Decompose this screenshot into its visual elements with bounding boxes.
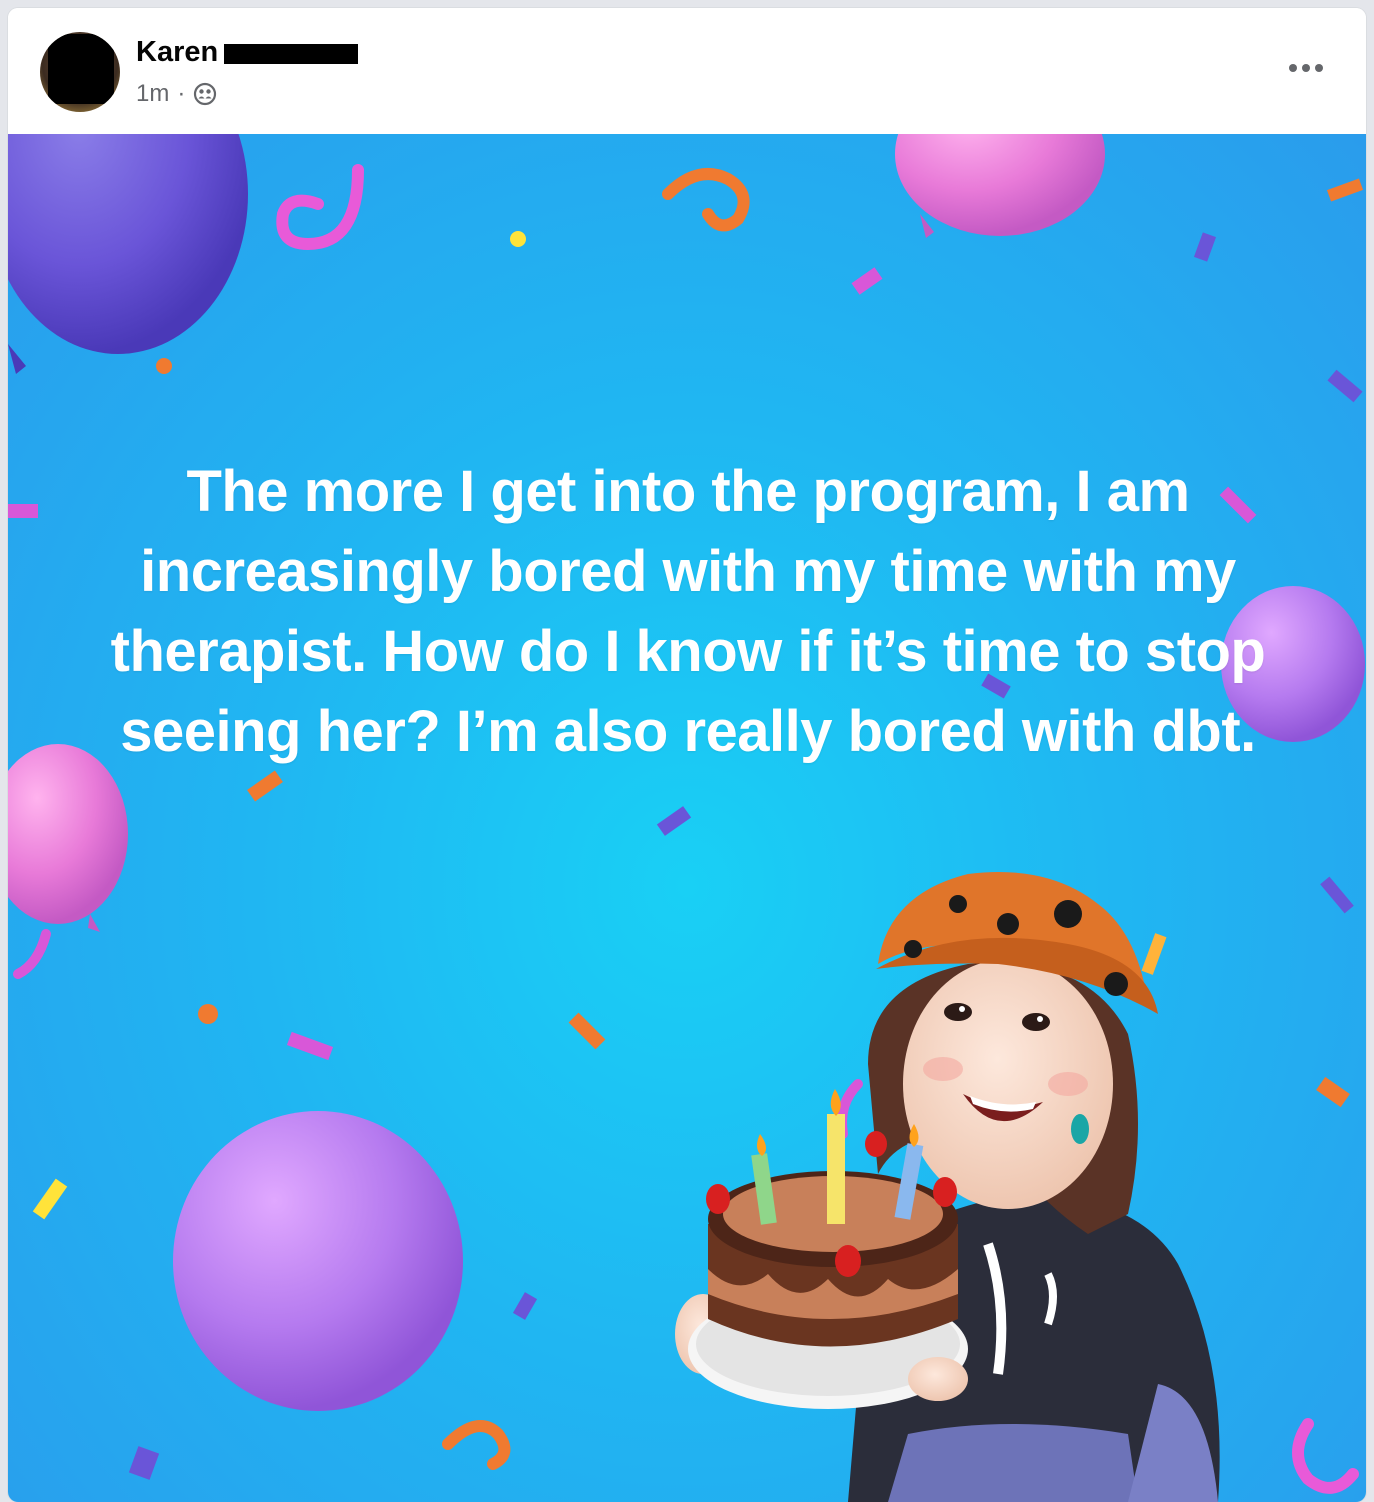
avatar-character bbox=[675, 872, 1220, 1502]
post-card: Karen 1m · The more I get into the progr… bbox=[8, 8, 1366, 1502]
post-timestamp[interactable]: 1m bbox=[136, 80, 169, 108]
avatar-redaction bbox=[48, 34, 114, 104]
author-name-link[interactable]: Karen bbox=[136, 36, 359, 69]
balloon-bottom-left-purple bbox=[173, 1111, 463, 1411]
friends-icon[interactable] bbox=[193, 82, 217, 106]
post-background-image[interactable]: The more I get into the program, I am in… bbox=[8, 134, 1366, 1502]
balloon-top-center-pink bbox=[895, 134, 1105, 238]
meta-separator: · bbox=[177, 80, 186, 107]
post-meta: 1m · bbox=[136, 80, 217, 108]
more-horizontal-icon bbox=[1289, 64, 1323, 72]
more-options-button[interactable] bbox=[1282, 52, 1330, 84]
author-avatar[interactable] bbox=[40, 32, 120, 112]
post-header: Karen 1m · bbox=[8, 8, 1366, 134]
balloon-left-pink bbox=[8, 744, 128, 932]
author-first-name: Karen bbox=[136, 36, 219, 68]
birthday-background-art bbox=[8, 134, 1365, 1502]
balloon-top-left bbox=[8, 134, 248, 374]
author-last-name-redaction bbox=[224, 43, 359, 64]
post-text: The more I get into the program, I am in… bbox=[110, 459, 1266, 764]
